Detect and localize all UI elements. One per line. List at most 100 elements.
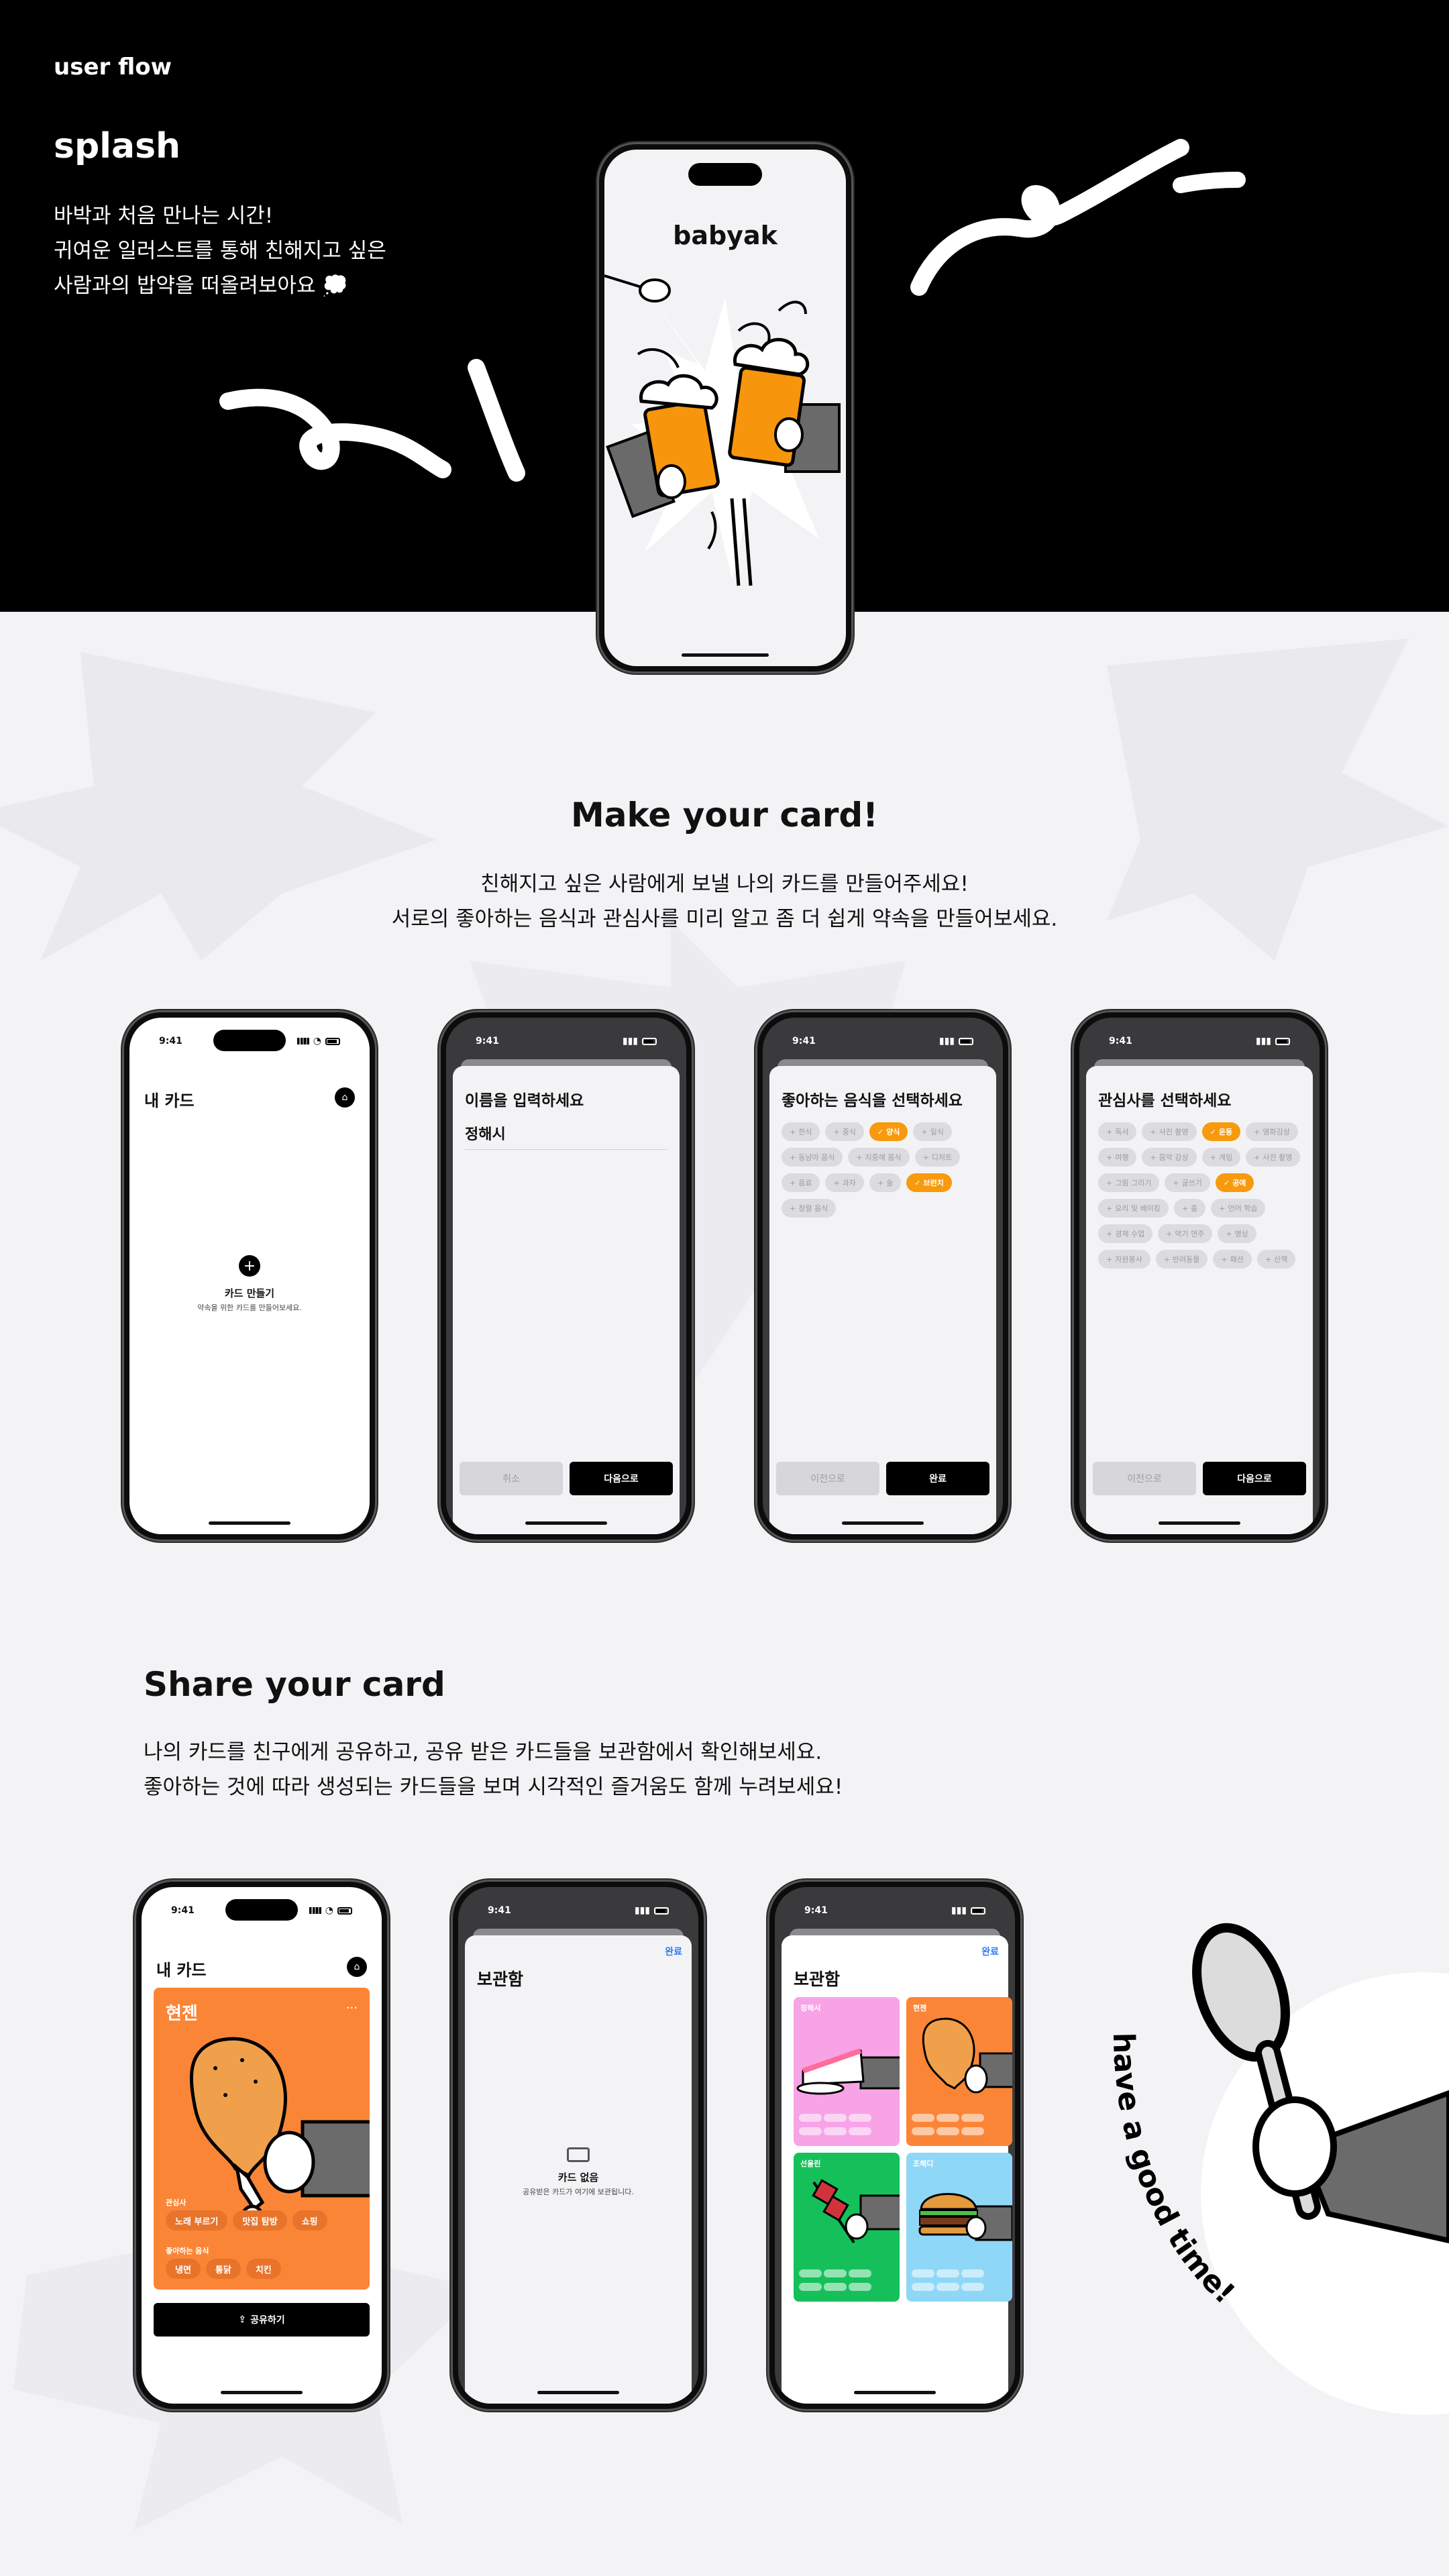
plus-icon: + [1226,1229,1232,1238]
next-button[interactable]: 다음으로 [570,1462,673,1495]
plus-icon: + [790,1127,796,1136]
done-button[interactable]: 완료 [886,1462,989,1495]
screen-title: 좋아하는 음식을 선택하세요 [782,1092,963,1110]
stored-card[interactable]: 정해시 [794,1997,900,2146]
plus-icon: + [1150,1127,1157,1136]
signal-icon: ▮▮▮ [951,1905,967,1916]
more-icon[interactable]: ··· [346,2001,358,2015]
stored-card[interactable]: 현젠 [906,1997,1012,2146]
cancel-button[interactable]: 취소 [460,1462,563,1495]
share-button-label: 공유하기 [250,2315,285,2326]
interest-chip[interactable]: + 언어 학습 [1211,1199,1266,1218]
interest-chip[interactable]: + 자원봉사 [1098,1250,1150,1269]
food-chip[interactable]: + 한식 [782,1122,820,1141]
interest-chip[interactable]: ✓ 운동 [1201,1122,1241,1141]
food-chip[interactable]: + 동남아 음식 [782,1148,843,1167]
prev-button[interactable]: 이전으로 [1093,1462,1196,1495]
done-link[interactable]: 완료 [981,1945,999,1958]
screen-title: 보관함 [794,1970,841,1989]
status-bar: 9:41 ▮▮▮ [763,1031,1003,1051]
phone-enter-name: 9:41 ▮▮▮ 이름을 입력하세요 정해시 취소 다음으로 [439,1010,694,1542]
interests-tags: 노래 부르기 맛집 탐방 쇼핑 [166,2210,333,2231]
name-input[interactable]: 정해시 [465,1122,667,1150]
interest-chip-label: 글쓰기 [1181,1179,1202,1187]
signal-icon [309,1907,321,1914]
wifi-icon: ◔ [325,1905,333,1916]
food-chip[interactable]: + 술 [869,1173,902,1192]
stored-card-name: 조해디 [913,2159,934,2168]
plus-icon: + [1106,1127,1113,1136]
interest-chip[interactable]: + 글쓰기 [1165,1173,1210,1192]
food-chip[interactable]: ✓ 브런치 [906,1173,952,1192]
share-desc-line: 나의 카드를 친구에게 공유하고, 공유 받은 카드들을 보관함에서 확인해보세… [144,1740,822,1764]
home-indicator [221,2391,303,2394]
profile-card[interactable]: 현젠 ··· 관심사 노래 부르기 맛집 탐방 쇼핑 좋아하는 음식 냉면 통닭 치킨 [154,1988,370,2290]
interest-chip[interactable]: + 춤 [1173,1199,1206,1218]
screen-title: 이름을 입력하세요 [465,1092,584,1110]
interest-chip[interactable]: + 그림 그리기 [1098,1173,1160,1192]
plus-icon: + [1221,1254,1228,1264]
food-chip[interactable]: + 중식 [825,1122,864,1141]
interest-chip[interactable]: + 독서 [1098,1122,1137,1141]
stored-card[interactable]: 선율린 [794,2153,900,2302]
make-desc-line: 서로의 좋아하는 음식과 관심사를 미리 알고 좀 더 쉽게 약속을 만들어보세… [391,907,1058,931]
food-chip[interactable]: ✓ 양식 [869,1122,908,1141]
add-card-icon[interactable]: + [239,1255,260,1277]
interest-chip[interactable]: + 음악 감상 [1142,1148,1197,1167]
food-chip[interactable]: + 창렬 음식 [782,1199,837,1218]
inbox-icon[interactable]: ⌂ [347,1957,367,1977]
interest-chip[interactable]: + 사진 촬영 [1142,1122,1197,1141]
chicken-leg-illustration [189,2037,370,2227]
next-button[interactable]: 다음으로 [1203,1462,1306,1495]
empty-title: 카드 만들기 [224,1287,275,1299]
home-indicator [1159,1521,1240,1525]
interest-chip[interactable]: + 악기 연주 [1158,1224,1213,1243]
interest-chip[interactable]: + 요리 및 베이킹 [1098,1199,1169,1218]
home-indicator [537,2391,619,2394]
food-chip[interactable]: + 일식 [913,1122,952,1141]
status-time: 9:41 [476,1036,499,1046]
share-desc-line: 좋아하는 것에 따라 생성되는 카드들을 보며 시각적인 즐거움도 함께 누려보… [144,1775,843,1799]
plus-icon: + [877,1178,884,1187]
spoon-decoration: have a good time! [1106,1923,1449,2415]
phone-my-card-empty: 9:41 ◔ 내 카드 ⌂ + 카드 만들기 약속을 위한 카드를 만들어보세요. [122,1010,377,1542]
signal-icon: ▮▮▮ [938,1036,955,1046]
share-icon: ⇪ [238,2314,247,2325]
home-indicator [854,2391,936,2394]
share-button[interactable]: ⇪ 공유하기 [154,2303,370,2337]
interest-chip[interactable]: + 패션 [1213,1250,1252,1269]
phone-select-food: 9:41 ▮▮▮ 좋아하는 음식을 선택하세요 + 한식 + 중식 ✓ 양식 + 일식 + 동남아 … [755,1010,1010,1542]
food-chip[interactable]: + 지중해 음식 [848,1148,910,1167]
status-bar: 9:41 ▮▮▮ [775,1900,1015,1921]
interest-chip[interactable]: + 영화감상 [1246,1122,1298,1141]
interest-chip[interactable]: + 경제 수업 [1098,1224,1153,1243]
food-chip-label: 디저트 [931,1153,953,1162]
food-chip[interactable]: + 음료 [782,1173,820,1192]
interest-chip[interactable]: + 산책 [1256,1250,1296,1269]
signal-icon: ▮▮▮ [634,1905,650,1916]
splash-phone: babyak [597,142,853,674]
interest-chip-label: 언어 학습 [1228,1204,1258,1213]
interest-chip[interactable]: + 여행 [1098,1148,1137,1167]
stored-card[interactable]: 조해디 [906,2153,1012,2302]
food-chip[interactable]: + 과자 [825,1173,864,1192]
interest-chip-label: 공예 [1232,1179,1246,1187]
plus-icon: + [1254,1127,1260,1136]
empty-tray-icon [567,2147,590,2162]
inbox-icon[interactable]: ⌂ [335,1087,355,1108]
prev-button[interactable]: 이전으로 [776,1462,879,1495]
app-logo: babyak [673,221,777,250]
interest-chip[interactable]: + 명상 [1218,1224,1256,1243]
status-bar: 9:41 ◔ [129,1031,370,1051]
status-time: 9:41 [792,1036,816,1046]
plus-icon: + [790,1152,796,1162]
interest-chip[interactable]: + 게임 [1201,1148,1241,1167]
phone-my-card: 9:41 ◔ 내 카드 ⌂ 현젠 ··· 관심사 노래 부르기 맛집 탐방 쇼핑 좋아… [134,1880,389,2411]
status-time: 9:41 [1109,1036,1132,1046]
interest-chip[interactable]: ✓ 공예 [1215,1173,1254,1192]
status-time: 9:41 [171,1905,195,1916]
interest-chip[interactable]: + 반려동물 [1155,1250,1208,1269]
done-link[interactable]: 완료 [665,1945,682,1958]
interest-chip[interactable]: + 사진 촬영 [1246,1148,1301,1167]
food-chip[interactable]: + 디저트 [914,1148,961,1167]
